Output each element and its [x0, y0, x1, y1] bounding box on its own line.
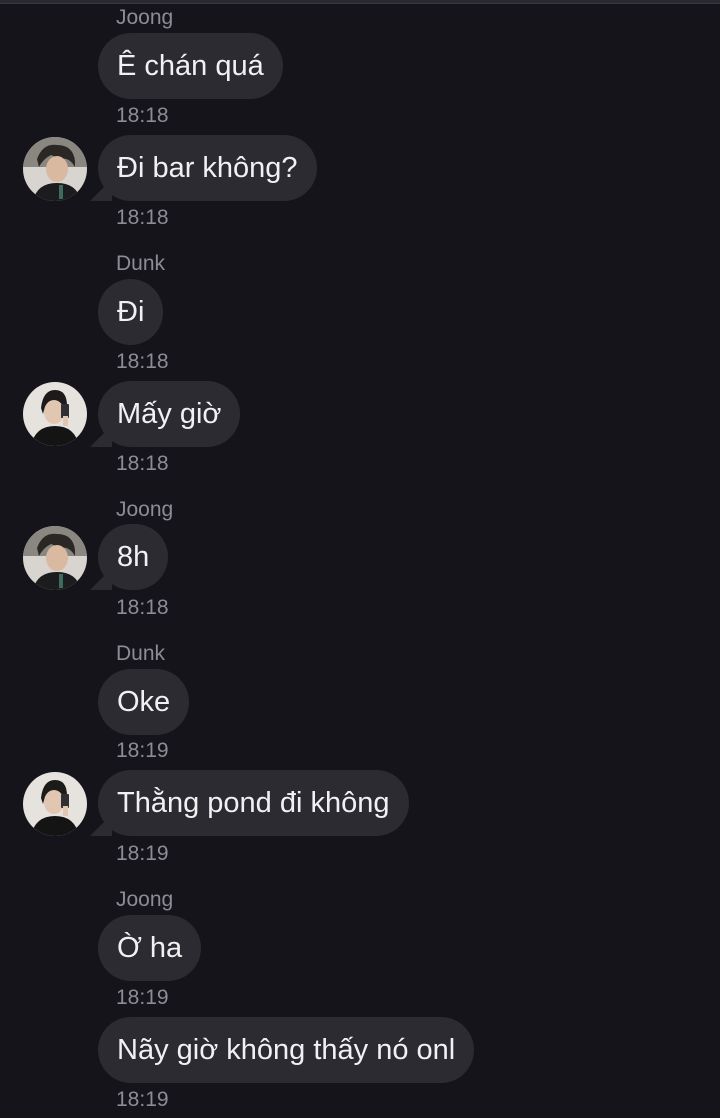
sender-name: Dunk [116, 642, 166, 665]
message-bubble[interactable]: Thằng pond đi không [98, 770, 409, 836]
dunk-avatar[interactable] [23, 382, 87, 446]
sender-name: Joong [116, 888, 174, 911]
dunk-avatar[interactable] [23, 772, 87, 836]
message-timestamp: 18:19 [116, 842, 169, 865]
message-bubble[interactable]: Đi [98, 279, 164, 345]
message-timestamp: 18:18 [116, 452, 169, 475]
sender-name: Dunk [116, 252, 166, 275]
profile-photo-icon [23, 382, 87, 446]
profile-photo-icon [23, 526, 87, 590]
message-bubble[interactable]: Đi bar không? [98, 135, 317, 201]
message-timestamp: 18:18 [116, 596, 169, 619]
message-timestamp: 18:19 [116, 1088, 169, 1111]
message-bubble[interactable]: Ê chán quá [98, 33, 283, 99]
message-timestamp: 18:18 [116, 350, 169, 373]
joong-avatar[interactable] [23, 526, 87, 590]
message-timestamp: 18:19 [116, 986, 169, 1009]
message-timestamp: 18:19 [116, 739, 169, 762]
message-bubble[interactable]: 8h [98, 524, 169, 590]
sender-name: Joong [116, 498, 174, 521]
top-divider [0, 0, 720, 4]
message-bubble[interactable]: Mấy giờ [98, 381, 241, 447]
profile-photo-icon [23, 772, 87, 836]
profile-photo-icon [23, 137, 87, 201]
message-bubble[interactable]: Nãy giờ không thấy nó onl [98, 1017, 475, 1083]
message-bubble[interactable]: Oke [98, 669, 190, 735]
message-timestamp: 18:18 [116, 104, 169, 127]
message-timestamp: 18:18 [116, 206, 169, 229]
message-bubble[interactable]: Ờ ha [98, 915, 202, 981]
sender-name: Joong [116, 6, 174, 29]
chat-thread: Joong Ê chán quá 18:18 Đi bar không? 18:… [0, 0, 720, 1118]
joong-avatar[interactable] [23, 137, 87, 201]
